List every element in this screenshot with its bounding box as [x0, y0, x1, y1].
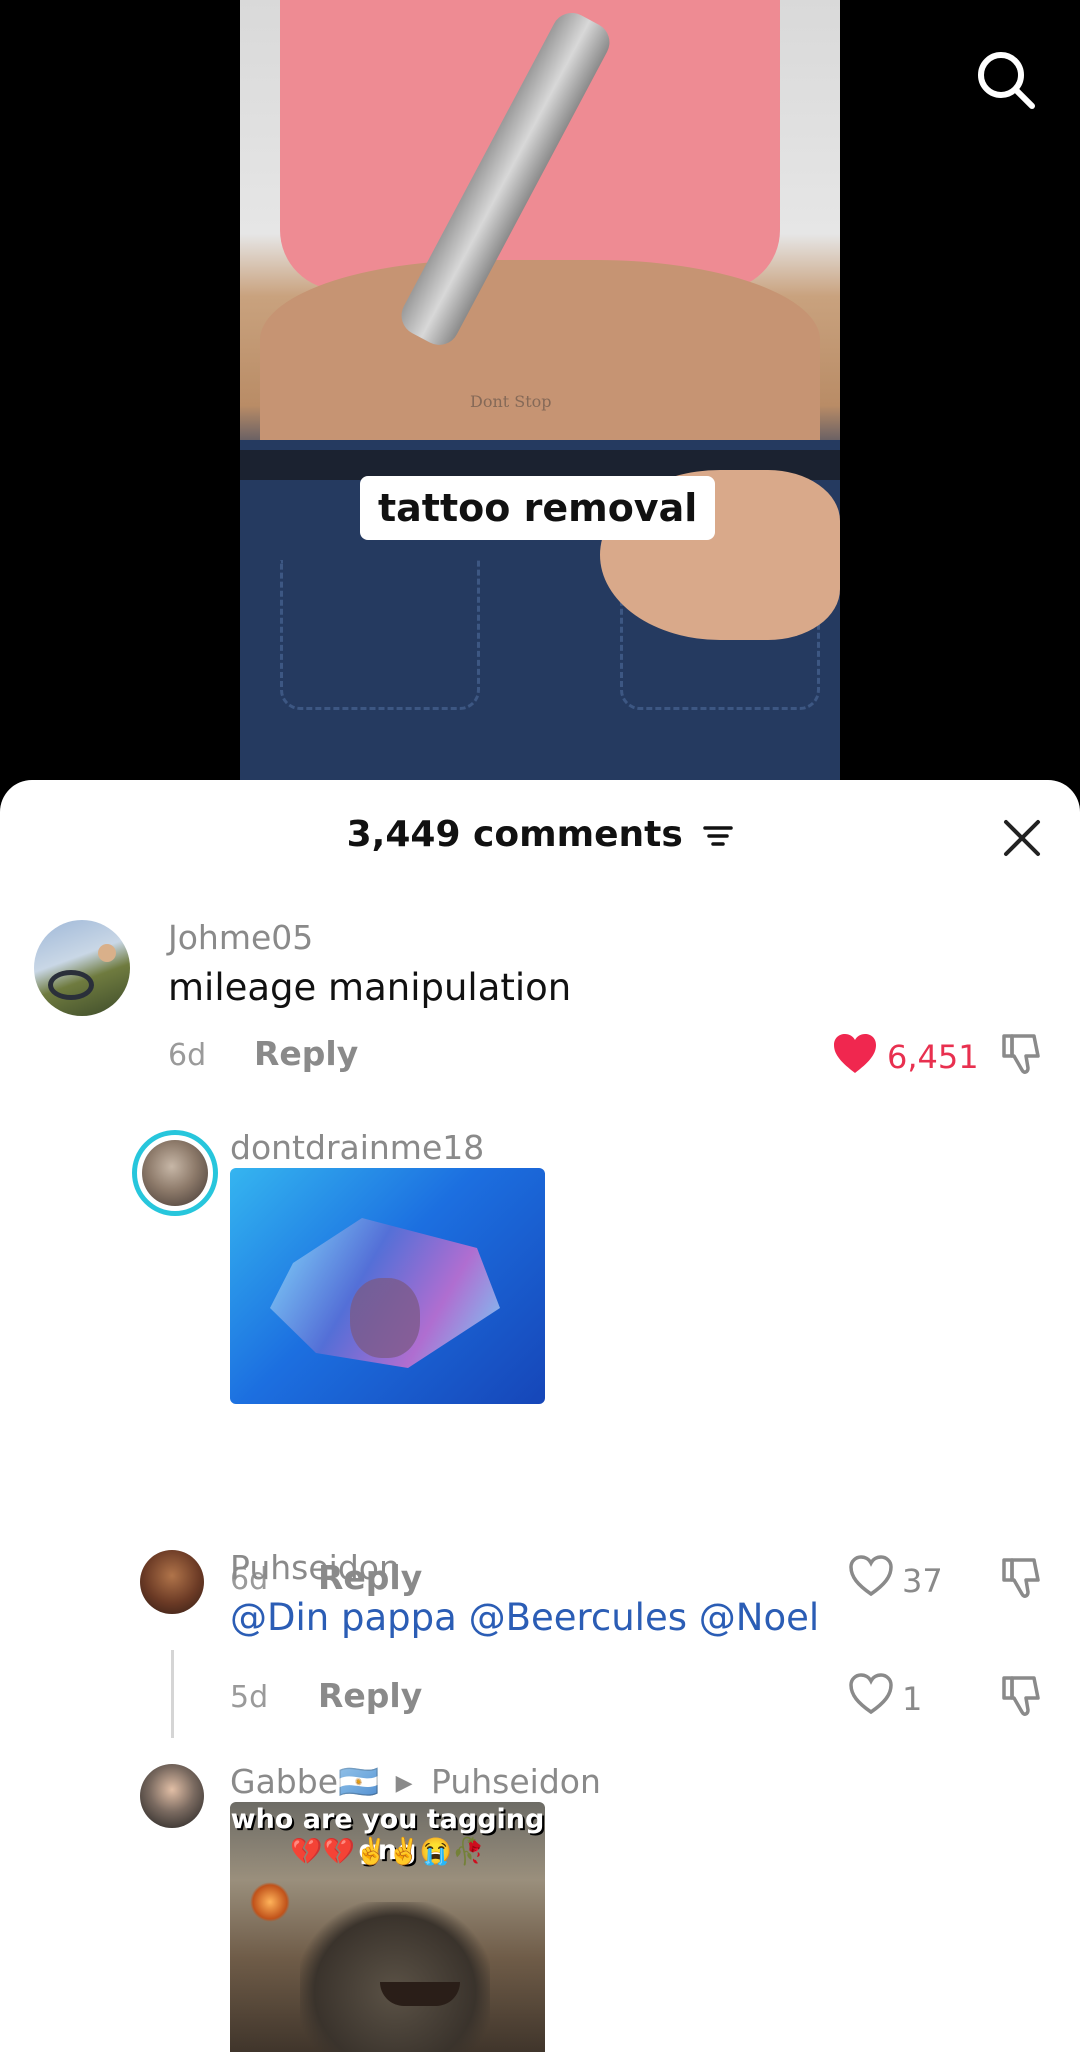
comment-username[interactable]: Johme05: [168, 918, 313, 957]
comment-username[interactable]: Puhseidon: [230, 1548, 400, 1587]
heart-icon[interactable]: [832, 1032, 878, 1076]
comment-image[interactable]: [230, 1168, 545, 1404]
meme-dino-jaw: [380, 1982, 460, 2006]
meme-emoji: 💔💔✌️✌️😭🥀: [290, 1836, 485, 1866]
avatar[interactable]: [132, 1130, 218, 1216]
video-skin: [260, 260, 820, 460]
reply-arrow-icon: ▶: [395, 1771, 413, 1796]
comment-text: mileage manipulation: [168, 966, 572, 1009]
reply-item: dontdrainme18 6d Reply 37: [0, 1128, 1080, 1600]
close-icon[interactable]: [1000, 816, 1044, 860]
video-player[interactable]: Dont Stop tattoo removal: [0, 0, 1080, 800]
reply-to-username[interactable]: Puhseidon: [431, 1762, 601, 1801]
avatar[interactable]: [34, 920, 130, 1016]
meme-fire: [250, 1882, 290, 1922]
mention-link[interactable]: @Din pappa: [230, 1596, 457, 1639]
comments-count-title[interactable]: 3,449 comments: [0, 814, 1080, 855]
filter-icon[interactable]: [703, 823, 734, 849]
comments-sheet: 3,449 comments Johme05 mileage manipulat…: [0, 780, 1080, 2052]
reply-button[interactable]: Reply: [318, 1676, 422, 1715]
mention-link[interactable]: @Beercules: [469, 1596, 687, 1639]
video-caption: tattoo removal: [360, 476, 716, 540]
thumbs-down-icon[interactable]: [998, 1672, 1046, 1720]
reply-item: Puhseidon @Din pappa @Beercules @Noel 5d…: [0, 1548, 1080, 1750]
comment-username[interactable]: Gabbe🇦🇷: [230, 1762, 379, 1801]
comment-username[interactable]: dontdrainme18: [230, 1128, 484, 1167]
avatar[interactable]: [140, 1550, 204, 1614]
search-icon[interactable]: [974, 48, 1038, 112]
comment-username-row: Gabbe🇦🇷 ▶ Puhseidon: [230, 1762, 601, 1802]
comment-meme-image[interactable]: who are you tagging gng 💔💔✌️✌️😭🥀: [230, 1802, 545, 2052]
like-count: 1: [902, 1680, 923, 1718]
comment-time: 6d: [168, 1038, 207, 1073]
reply-item: Gabbe🇦🇷 ▶ Puhseidon who are you tagging …: [0, 1762, 1080, 2052]
like-count: 6,451: [887, 1038, 979, 1076]
avatar[interactable]: [140, 1764, 204, 1828]
tattoo-text: Dont Stop: [470, 392, 552, 411]
meme-dinosaur: [300, 1902, 490, 2052]
comments-count-label: 3,449 comments: [346, 814, 683, 855]
comment-mentions: @Din pappa @Beercules @Noel: [230, 1596, 819, 1639]
mention-link[interactable]: @Noel: [699, 1596, 819, 1639]
video-frame[interactable]: Dont Stop: [240, 0, 840, 780]
comment-item: Johme05 mileage manipulation 6d Reply 6,…: [0, 918, 1080, 1076]
thumbs-down-icon[interactable]: [998, 1030, 1046, 1078]
reply-button[interactable]: Reply: [254, 1034, 358, 1073]
video-pocket-left: [280, 560, 480, 710]
comments-header: 3,449 comments: [0, 780, 1080, 880]
thread-line: [171, 1650, 174, 1738]
comment-time: 5d: [230, 1680, 269, 1715]
heart-icon[interactable]: [848, 1672, 894, 1716]
